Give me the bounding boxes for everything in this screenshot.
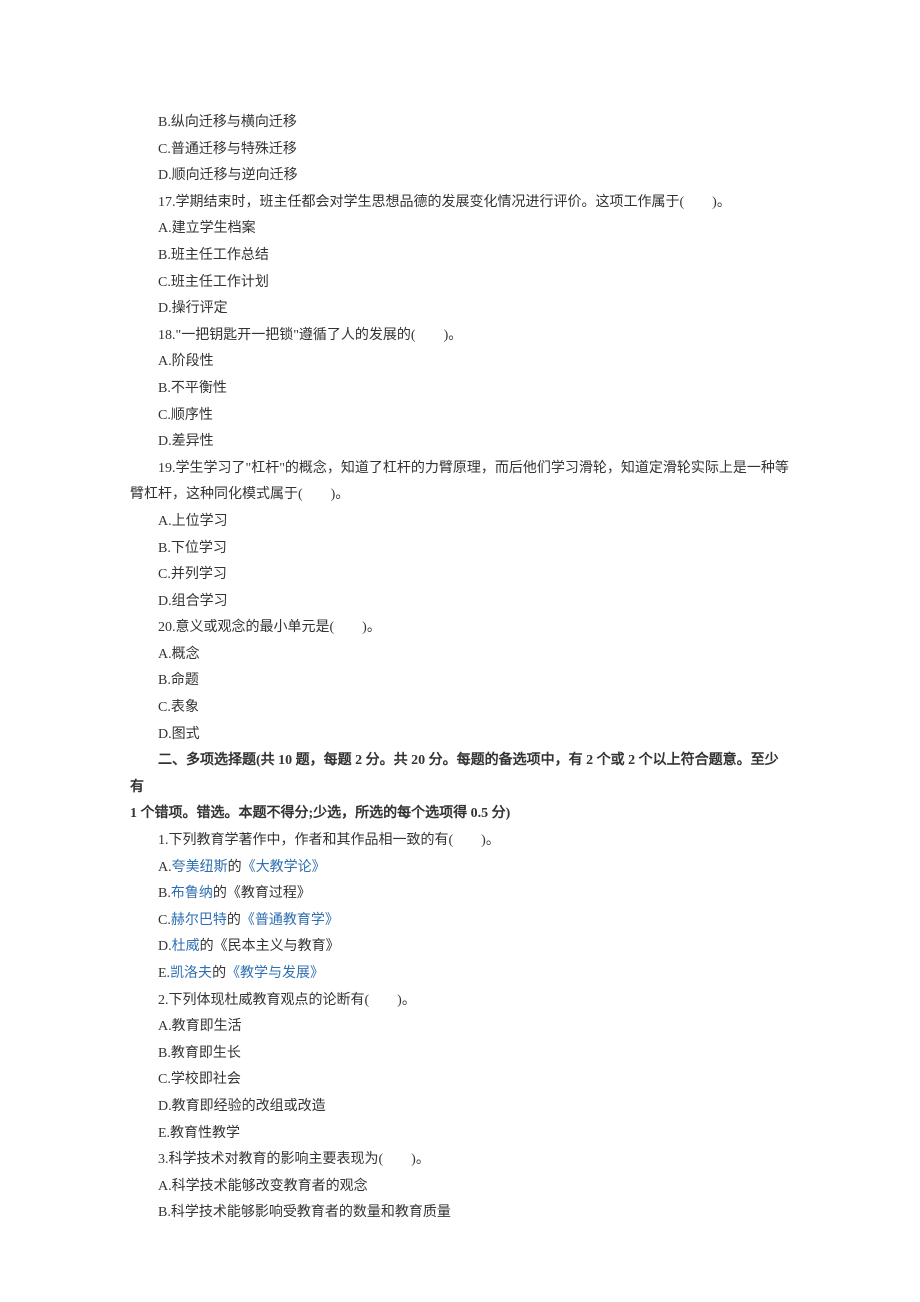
page-content: B.纵向迁移与横向迁移 C.普通迁移与特殊迁移 D.顺向迁移与逆向迁移 17.学… (0, 0, 920, 1302)
q18-option-c: C.顺序性 (130, 403, 790, 430)
m1-d-link1[interactable]: 杜威 (172, 939, 200, 954)
q19-option-c: C.并列学习 (130, 562, 790, 589)
q20-stem: 20.意义或观念的最小单元是( )。 (130, 615, 790, 642)
m1-c-prefix: C. (158, 913, 171, 928)
q19-option-b: B.下位学习 (130, 536, 790, 563)
m1-b-link1[interactable]: 布鲁纳 (171, 886, 213, 901)
m1-a-link2[interactable]: 《大教学论》 (242, 860, 326, 875)
m1-option-e: E.凯洛夫的《教学与发展》 (130, 961, 790, 988)
section2-title-line1: 二、多项选择题(共 10 题，每题 2 分。共 20 分。每题的备选项中，有 2… (130, 748, 790, 801)
q18-option-d: D.差异性 (130, 429, 790, 456)
q17-option-b: B.班主任工作总结 (130, 243, 790, 270)
m1-option-c: C.赫尔巴特的《普通教育学》 (130, 908, 790, 935)
m2-option-d: D.教育即经验的改组或改造 (130, 1094, 790, 1121)
m1-c-mid: 的 (227, 913, 241, 928)
m1-a-prefix: A. (158, 860, 172, 875)
q16-option-b: B.纵向迁移与横向迁移 (130, 110, 790, 137)
m1-a-link1[interactable]: 夸美纽斯 (172, 860, 228, 875)
m1-d-mid: 的《民本主义与教育》 (200, 939, 340, 954)
m1-e-link1[interactable]: 凯洛夫 (170, 966, 212, 981)
m3-option-b: B.科学技术能够影响受教育者的数量和教育质量 (130, 1200, 790, 1227)
m2-stem: 2.下列体现杜威教育观点的论断有( )。 (130, 988, 790, 1015)
m1-e-mid: 的 (212, 966, 226, 981)
m2-option-a: A.教育即生活 (130, 1014, 790, 1041)
m2-option-c: C.学校即社会 (130, 1067, 790, 1094)
m2-option-e: E.教育性教学 (130, 1121, 790, 1148)
q17-option-d: D.操行评定 (130, 296, 790, 323)
q16-option-d: D.顺向迁移与逆向迁移 (130, 163, 790, 190)
m3-stem: 3.科学技术对教育的影响主要表现为( )。 (130, 1147, 790, 1174)
q19-option-a: A.上位学习 (130, 509, 790, 536)
q19-option-d: D.组合学习 (130, 589, 790, 616)
m1-option-d: D.杜威的《民本主义与教育》 (130, 934, 790, 961)
q19-stem-line2: 臂杠杆，这种同化模式属于( )。 (130, 482, 790, 509)
m1-a-mid: 的 (228, 860, 242, 875)
q17-option-c: C.班主任工作计划 (130, 270, 790, 297)
q20-option-d: D.图式 (130, 722, 790, 749)
q18-option-a: A.阶段性 (130, 349, 790, 376)
q17-stem: 17.学期结束时，班主任都会对学生思想品德的发展变化情况进行评价。这项工作属于(… (130, 190, 790, 217)
m1-d-prefix: D. (158, 939, 172, 954)
m1-e-prefix: E. (158, 966, 170, 981)
q18-stem: 18."一把钥匙开一把锁"遵循了人的发展的( )。 (130, 323, 790, 350)
m1-b-mid: 的《教育过程》 (213, 886, 311, 901)
q20-option-c: C.表象 (130, 695, 790, 722)
m3-option-a: A.科学技术能够改变教育者的观念 (130, 1174, 790, 1201)
q19-stem-line1: 19.学生学习了"杠杆"的概念，知道了杠杆的力臂原理，而后他们学习滑轮，知道定滑… (130, 456, 790, 483)
m1-option-b: B.布鲁纳的《教育过程》 (130, 881, 790, 908)
q17-option-a: A.建立学生档案 (130, 216, 790, 243)
m1-c-link1[interactable]: 赫尔巴特 (171, 913, 227, 928)
m1-e-link2[interactable]: 《教学与发展》 (226, 966, 324, 981)
q16-option-c: C.普通迁移与特殊迁移 (130, 137, 790, 164)
q20-option-b: B.命题 (130, 668, 790, 695)
section2-title-line2: 1 个错项。错选。本题不得分;少选，所选的每个选项得 0.5 分) (130, 801, 790, 828)
m1-stem: 1.下列教育学著作中，作者和其作品相一致的有( )。 (130, 828, 790, 855)
m1-option-a: A.夸美纽斯的《大教学论》 (130, 855, 790, 882)
m1-c-link2[interactable]: 《普通教育学》 (241, 913, 339, 928)
q20-option-a: A.概念 (130, 642, 790, 669)
m2-option-b: B.教育即生长 (130, 1041, 790, 1068)
m1-b-prefix: B. (158, 886, 171, 901)
q18-option-b: B.不平衡性 (130, 376, 790, 403)
